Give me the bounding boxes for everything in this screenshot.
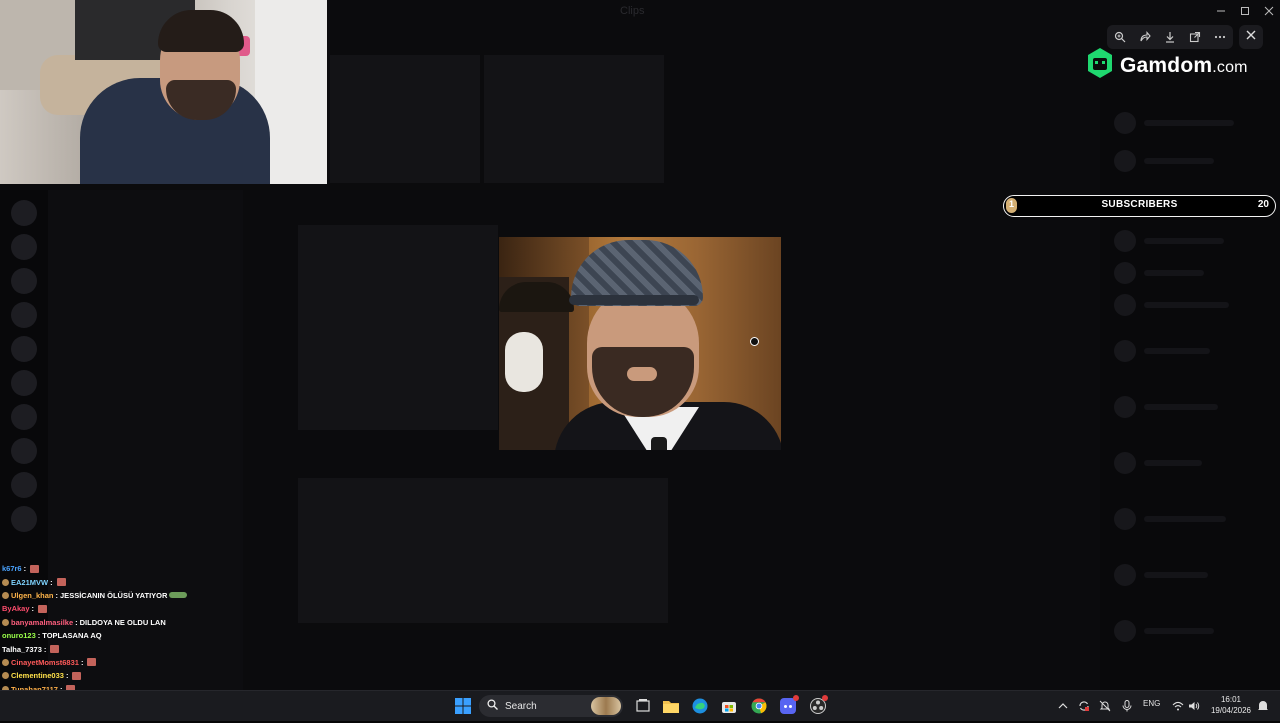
chat-emote-icon	[30, 564, 40, 573]
task-view-icon[interactable]	[634, 697, 652, 715]
chat-badge-icon	[2, 618, 9, 626]
sync-icon[interactable]	[1075, 697, 1093, 715]
close-viewer-button[interactable]	[1239, 25, 1263, 49]
window-close-icon[interactable]	[1262, 4, 1276, 18]
chat-message-text: JESSİCANIN ÖLÜSÜ YATIYOR	[60, 590, 168, 600]
subscribers-goal-bar: 1 SUBSCRIBERS 20	[1003, 195, 1276, 217]
chat-message: EA21MVW:	[2, 575, 242, 588]
search-highlight-image	[591, 697, 621, 715]
notification-center-icon[interactable]	[1254, 697, 1272, 715]
chat-separator: :	[43, 644, 47, 654]
sponsor-name: Gamdom.com	[1120, 53, 1248, 77]
chat-username[interactable]: CinayetMomst6831	[11, 658, 79, 667]
open-external-icon[interactable]	[1186, 28, 1204, 46]
chat-username[interactable]: k67r6	[2, 564, 22, 573]
minimize-icon[interactable]	[1214, 4, 1228, 18]
chat-separator: :	[75, 617, 78, 627]
search-icon	[487, 697, 498, 715]
chat-separator: :	[23, 564, 27, 574]
chat-message: CinayetMomst6831:	[2, 656, 242, 669]
zoom-icon[interactable]	[1111, 28, 1129, 46]
chat-separator: :	[37, 631, 41, 641]
chat-emote-icon	[56, 578, 66, 587]
chat-separator: :	[65, 671, 69, 681]
image-viewer-toolbar	[1107, 25, 1233, 49]
download-icon[interactable]	[1161, 28, 1179, 46]
subscribers-goal: 20	[1257, 199, 1269, 210]
clock-date: 19/04/2026	[1210, 706, 1252, 715]
chat-badge-icon	[2, 658, 9, 666]
background-tile	[298, 478, 668, 623]
chat-separator: :	[80, 657, 84, 667]
chrome-icon[interactable]	[750, 697, 768, 715]
chat-message: ByAkay:	[2, 602, 242, 615]
obs-notification-badge	[822, 695, 828, 701]
chat-badge-icon	[2, 578, 9, 586]
notifications-off-icon[interactable]	[1096, 697, 1114, 715]
system-clock[interactable]: 16:01 19/04/2026	[1208, 694, 1254, 716]
chat-separator: :	[55, 590, 59, 600]
chat-separator: :	[31, 604, 35, 614]
edge-icon[interactable]	[691, 697, 709, 715]
subscribers-label: SUBSCRIBERS	[1101, 199, 1178, 210]
chat-message: Clementine033:	[2, 669, 242, 682]
chat-badge-icon	[2, 591, 9, 599]
gamdom-logo-icon	[1086, 47, 1114, 84]
chat-emote-icon	[38, 604, 48, 613]
chat-emote-icon	[87, 658, 97, 667]
chat-message: onuro123: TOPLASANA AQ	[2, 629, 242, 642]
chat-username[interactable]: banyamalmasilke	[11, 618, 73, 627]
volume-icon[interactable]	[1185, 697, 1203, 715]
store-icon[interactable]	[720, 697, 738, 715]
microphone-icon[interactable]	[1118, 697, 1136, 715]
chat-username[interactable]: ByAkay	[2, 604, 30, 613]
background-tile	[484, 55, 664, 183]
chat-message: Talha_7373:	[2, 642, 242, 655]
chat-username[interactable]: Ulgen_khan	[11, 591, 54, 600]
windows-start-icon[interactable]	[454, 697, 472, 715]
chat-message-text: TOPLASANA AQ	[42, 631, 102, 641]
chat-username[interactable]: Clementine033	[11, 671, 64, 680]
more-icon[interactable]	[1211, 28, 1229, 46]
chat-username[interactable]: Talha_7373	[2, 645, 42, 654]
file-explorer-icon[interactable]	[662, 697, 680, 715]
taskbar-search[interactable]: Search	[479, 695, 623, 717]
forward-icon[interactable]	[1136, 28, 1154, 46]
car-emote-icon	[169, 592, 188, 599]
window-title: Clips	[620, 5, 645, 17]
search-placeholder: Search	[505, 700, 537, 712]
chat-message-text: DILDOYA NE OLDU LAN	[79, 617, 166, 627]
sponsor-logo: Gamdom.com	[1086, 47, 1248, 84]
clock-time: 16:01	[1220, 695, 1242, 704]
chat-separator: :	[50, 577, 53, 587]
close-icon	[1245, 28, 1257, 46]
taskbar: Search ENG 16:01 19/04/2026	[0, 690, 1280, 721]
chat-badge-icon	[2, 672, 9, 680]
mouse-cursor-icon	[750, 337, 759, 346]
background-tile	[298, 225, 498, 430]
chevron-up-icon[interactable]	[1054, 697, 1072, 715]
chat-emote-icon	[72, 671, 82, 680]
discord-notification-badge	[793, 695, 799, 701]
webcam-feed	[0, 0, 327, 184]
chat-username[interactable]: onuro123	[2, 631, 36, 640]
language-indicator[interactable]: ENG	[1143, 699, 1160, 708]
chat-message: k67r6:	[2, 562, 242, 575]
chat-message: banyamalmasilke: DILDOYA NE OLDU LAN	[2, 616, 242, 629]
chat-message: Ulgen_khan: JESSİCANIN ÖLÜSÜ YATIYOR	[2, 589, 242, 602]
viewed-image[interactable]	[499, 237, 781, 450]
chat-username[interactable]: EA21MVW	[11, 578, 48, 587]
chat-emote-icon	[50, 645, 60, 654]
background-tile	[330, 55, 480, 183]
maximize-icon[interactable]	[1238, 4, 1252, 18]
